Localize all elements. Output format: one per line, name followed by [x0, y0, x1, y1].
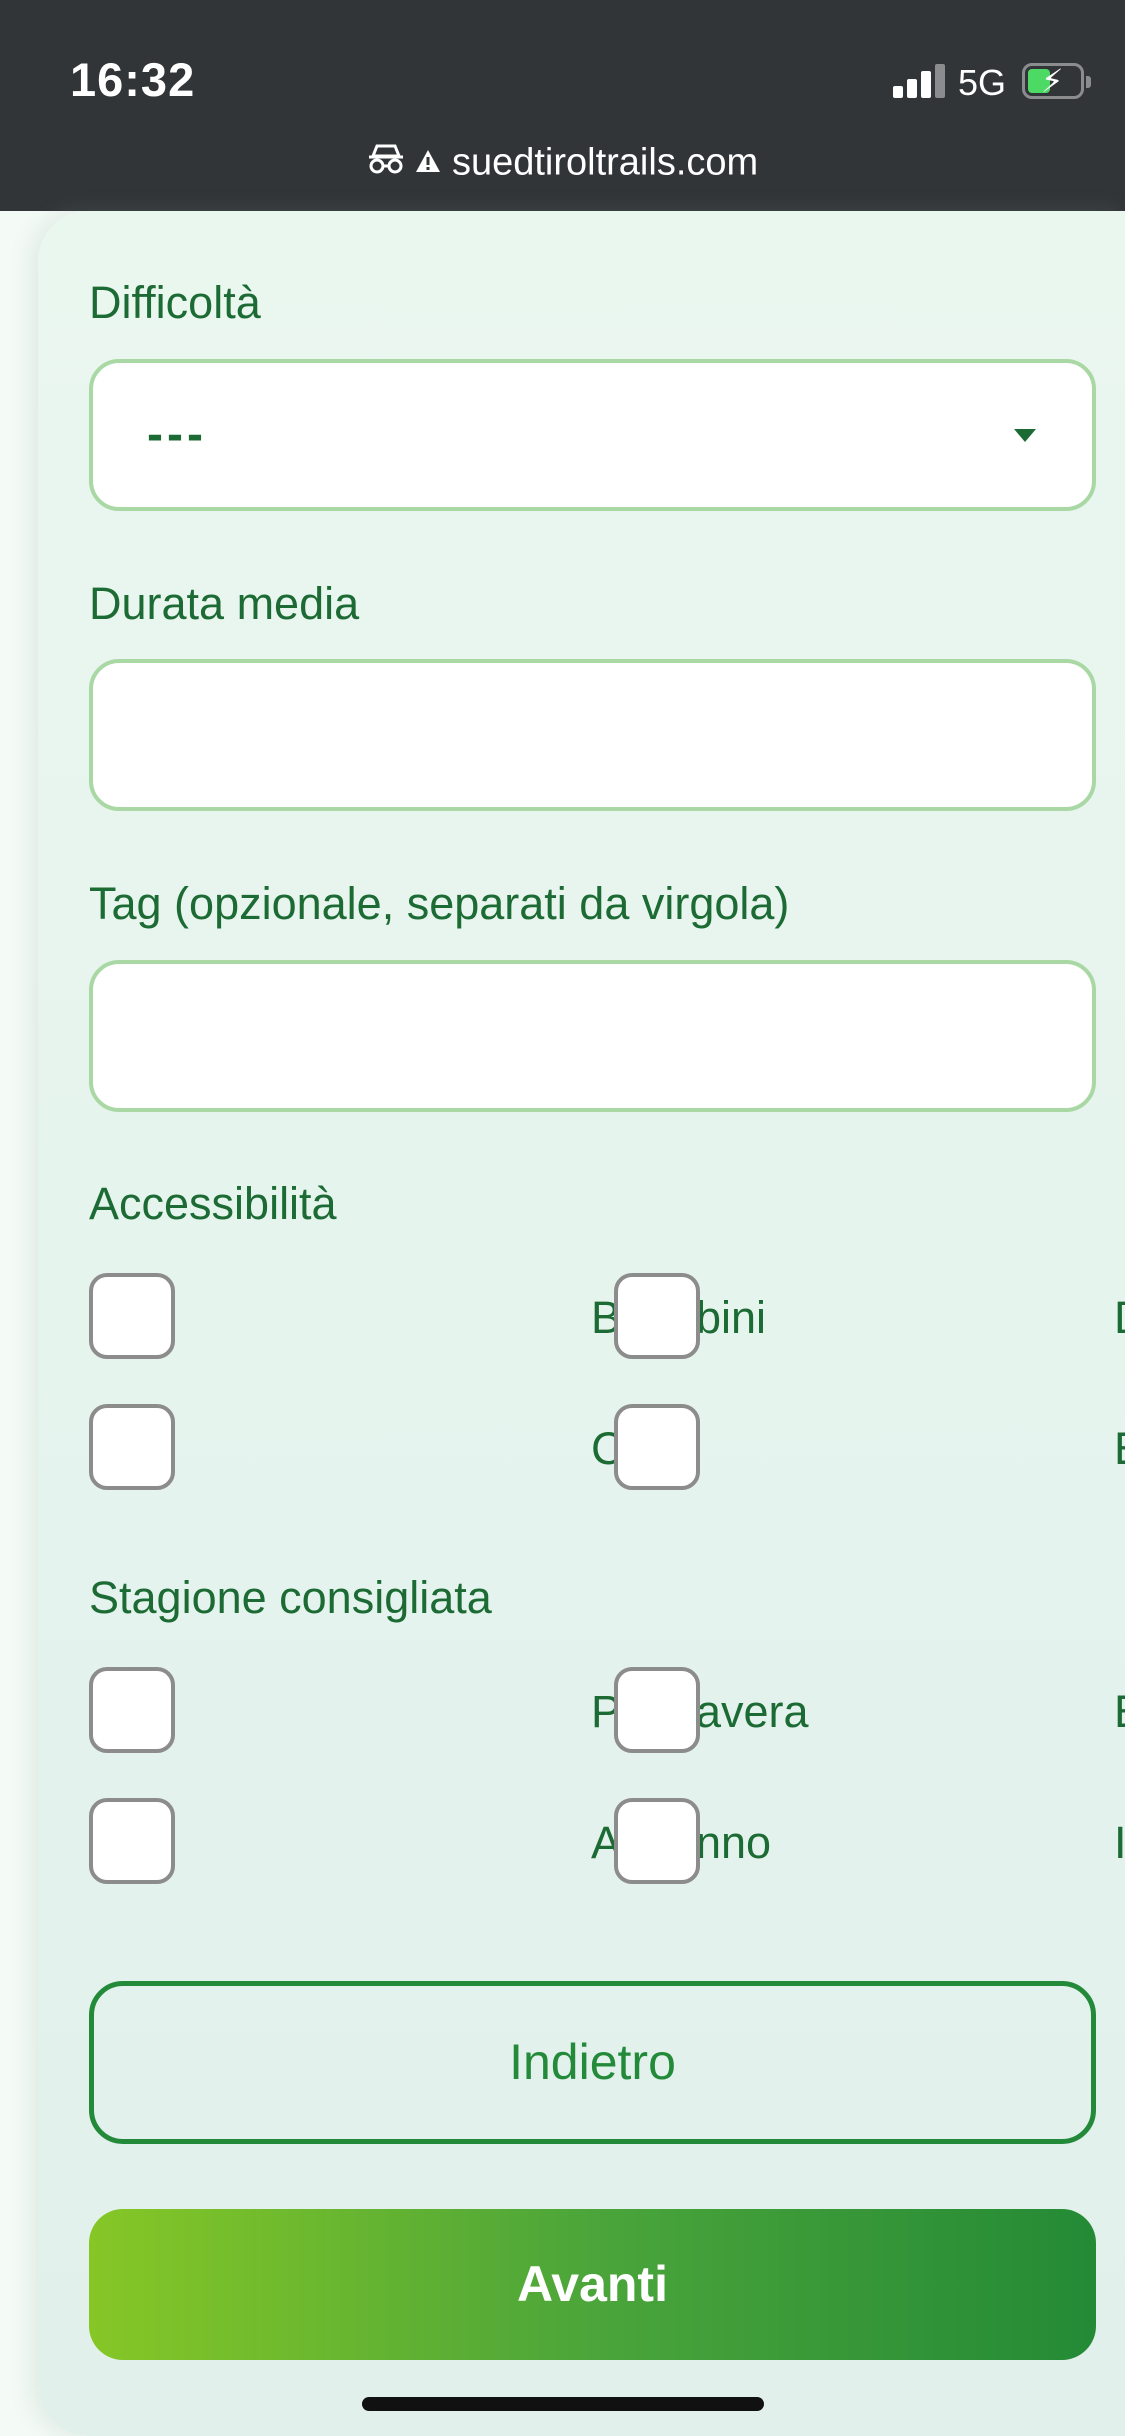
difficulty-label: Difficoltà	[89, 277, 261, 328]
tags-label: Tag (opzionale, separati da virgola)	[89, 878, 790, 929]
difficulty-selected-value: ---	[147, 408, 207, 461]
season-option-label: E	[1114, 1686, 1125, 1738]
status-bar: 16:32 5G ⚡ suedtiroltrails.com	[0, 0, 1125, 211]
address-bar[interactable]: suedtiroltrails.com	[0, 140, 1125, 184]
chevron-down-icon	[1014, 429, 1036, 442]
status-time: 16:32	[70, 53, 196, 106]
accessibility-checkbox[interactable]	[614, 1273, 700, 1359]
difficulty-select[interactable]: ---	[89, 359, 1096, 511]
accessibility-checkbox[interactable]	[89, 1273, 175, 1359]
warning-icon	[415, 141, 441, 184]
tags-input[interactable]	[89, 960, 1096, 1112]
accessibility-checkbox[interactable]	[89, 1404, 175, 1490]
season-checkbox[interactable]	[89, 1667, 175, 1753]
accessibility-option-label: bini	[696, 1292, 767, 1343]
season-option-label: nno	[696, 1817, 772, 1868]
duration-label: Durata media	[89, 578, 360, 629]
url-text: suedtiroltrails.com	[451, 141, 759, 184]
home-indicator[interactable]	[362, 2397, 764, 2411]
season-checkbox[interactable]	[89, 1798, 175, 1884]
duration-input[interactable]	[89, 659, 1096, 811]
accessibility-label: Accessibilità	[89, 1178, 337, 1229]
next-button[interactable]: Avanti	[89, 2209, 1096, 2360]
signal-icon	[893, 64, 945, 98]
season-checkbox[interactable]	[614, 1667, 700, 1753]
season-option-label: avera	[696, 1686, 809, 1737]
season-checkbox[interactable]	[614, 1798, 700, 1884]
season-label: Stagione consigliata	[89, 1572, 492, 1623]
season-option-label: I	[1114, 1817, 1125, 1868]
network-label: 5G	[958, 62, 1007, 103]
accessibility-option-label: D	[1114, 1292, 1125, 1344]
private-browsing-icon	[367, 141, 405, 184]
battery-icon: ⚡	[1022, 63, 1091, 99]
back-button[interactable]: Indietro	[89, 1981, 1096, 2144]
accessibility-checkbox[interactable]	[614, 1404, 700, 1490]
accessibility-option-label: E	[1114, 1423, 1125, 1475]
